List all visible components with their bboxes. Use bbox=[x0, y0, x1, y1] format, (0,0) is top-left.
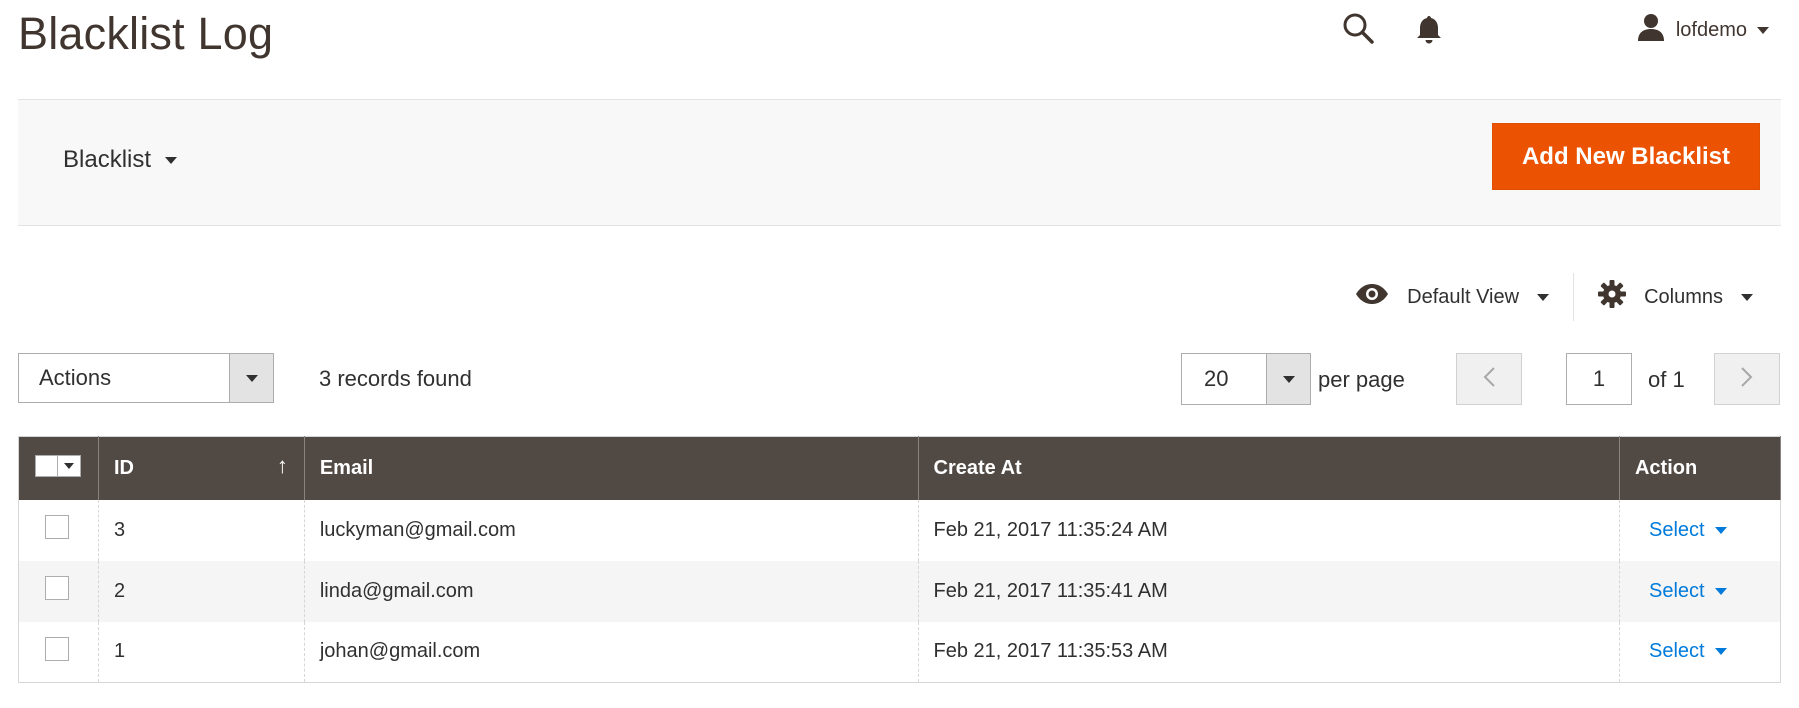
cell-action: Select bbox=[1618, 560, 1782, 622]
view-controls: Default View Columns bbox=[1331, 272, 1777, 322]
cell-email: johan@gmail.com bbox=[303, 621, 919, 683]
chevron-right-icon bbox=[1740, 366, 1754, 393]
cell-action: Select bbox=[1618, 499, 1782, 561]
store-switcher-label: Blacklist bbox=[63, 146, 152, 173]
column-header-create-at[interactable]: Create At bbox=[917, 436, 1620, 500]
header-actions: lofdemo bbox=[1343, 10, 1769, 50]
row-checkbox[interactable] bbox=[45, 636, 69, 661]
columns-label: Columns bbox=[1644, 285, 1723, 308]
chevron-down-icon bbox=[64, 462, 74, 469]
row-action-label: Select bbox=[1648, 579, 1705, 602]
sort-ascending-icon: ↑ bbox=[276, 453, 288, 478]
column-header-email[interactable]: Email bbox=[303, 436, 919, 500]
column-header-action: Action bbox=[1618, 436, 1782, 500]
page-actions-bar: Blacklist Add New Blacklist bbox=[18, 99, 1781, 226]
page-title: Blacklist Log bbox=[18, 8, 274, 59]
current-page-input[interactable] bbox=[1566, 353, 1632, 405]
store-switcher[interactable]: Blacklist bbox=[63, 146, 178, 174]
row-checkbox[interactable] bbox=[45, 515, 69, 539]
row-select-cell bbox=[18, 499, 99, 561]
user-icon bbox=[1636, 12, 1666, 48]
table-row[interactable]: 2 linda@gmail.com Feb 21, 2017 11:35:41 … bbox=[18, 560, 1782, 622]
grid-header-row: ID ↑ Email Create At Action bbox=[18, 436, 1782, 500]
search-icon[interactable] bbox=[1341, 11, 1375, 45]
row-select-cell bbox=[18, 560, 99, 622]
row-action-select[interactable]: Select bbox=[1649, 519, 1727, 542]
chevron-down-icon bbox=[1741, 293, 1753, 301]
bell-icon[interactable] bbox=[1416, 14, 1442, 44]
user-menu[interactable]: lofdemo bbox=[1636, 12, 1769, 48]
records-found: 3 records found bbox=[319, 366, 472, 391]
column-header-label: ID bbox=[113, 456, 134, 479]
per-page-label: per page bbox=[1318, 367, 1405, 392]
column-header-id[interactable]: ID ↑ bbox=[97, 436, 305, 500]
total-pages-label: of 1 bbox=[1648, 367, 1685, 392]
default-view-button[interactable]: Default View bbox=[1331, 283, 1573, 311]
chevron-down-icon bbox=[1714, 648, 1727, 656]
row-action-select[interactable]: Select bbox=[1649, 640, 1727, 663]
cell-action: Select bbox=[1618, 621, 1782, 683]
columns-button[interactable]: Columns bbox=[1574, 280, 1777, 314]
cell-email: luckyman@gmail.com bbox=[303, 499, 919, 561]
cell-id: 3 bbox=[97, 499, 305, 561]
cell-id: 1 bbox=[97, 621, 305, 683]
cell-email: linda@gmail.com bbox=[303, 560, 919, 622]
default-view-label: Default View bbox=[1407, 285, 1520, 308]
chevron-down-icon bbox=[1714, 587, 1727, 595]
chevron-left-icon bbox=[1482, 366, 1496, 393]
table-row[interactable]: 1 johan@gmail.com Feb 21, 2017 11:35:53 … bbox=[18, 621, 1782, 683]
previous-page-button[interactable] bbox=[1456, 353, 1522, 405]
mass-select-checkbox[interactable] bbox=[35, 454, 81, 477]
mass-actions-select[interactable]: Actions bbox=[18, 353, 274, 403]
chevron-down-icon bbox=[245, 374, 258, 382]
per-page-select[interactable]: 20 bbox=[1181, 353, 1311, 405]
row-checkbox[interactable] bbox=[45, 576, 69, 600]
row-action-select[interactable]: Select bbox=[1649, 580, 1727, 603]
per-page-toggle[interactable] bbox=[1266, 354, 1310, 404]
mass-actions-toggle[interactable] bbox=[229, 354, 273, 402]
chevron-down-icon bbox=[1714, 526, 1727, 534]
next-page-button[interactable] bbox=[1714, 353, 1780, 405]
row-action-label: Select bbox=[1648, 518, 1705, 541]
select-all-checkbox[interactable] bbox=[36, 455, 58, 476]
table-row[interactable]: 3 luckyman@gmail.com Feb 21, 2017 11:35:… bbox=[18, 499, 1782, 561]
cell-id: 2 bbox=[97, 560, 305, 622]
chevron-down-icon bbox=[1282, 375, 1295, 383]
cell-created: Feb 21, 2017 11:35:24 AM bbox=[917, 499, 1620, 561]
mass-select-dropdown[interactable] bbox=[58, 455, 80, 476]
mass-select-header bbox=[18, 436, 99, 500]
row-select-cell bbox=[18, 621, 99, 683]
cell-created: Feb 21, 2017 11:35:53 AM bbox=[917, 621, 1620, 683]
per-page-value: 20 bbox=[1204, 366, 1229, 391]
user-name: lofdemo bbox=[1675, 18, 1747, 41]
row-action-label: Select bbox=[1648, 640, 1705, 663]
eye-icon bbox=[1355, 283, 1389, 311]
mass-actions-label: Actions bbox=[39, 365, 112, 390]
add-new-blacklist-button[interactable]: Add New Blacklist bbox=[1492, 123, 1760, 190]
chevron-down-icon bbox=[1537, 293, 1550, 301]
cell-created: Feb 21, 2017 11:35:41 AM bbox=[917, 560, 1620, 622]
chevron-down-icon bbox=[1757, 26, 1769, 34]
gear-icon bbox=[1598, 280, 1627, 314]
blacklist-grid: ID ↑ Email Create At Action 3 luckyman@g… bbox=[18, 436, 1782, 683]
chevron-down-icon bbox=[165, 156, 178, 164]
